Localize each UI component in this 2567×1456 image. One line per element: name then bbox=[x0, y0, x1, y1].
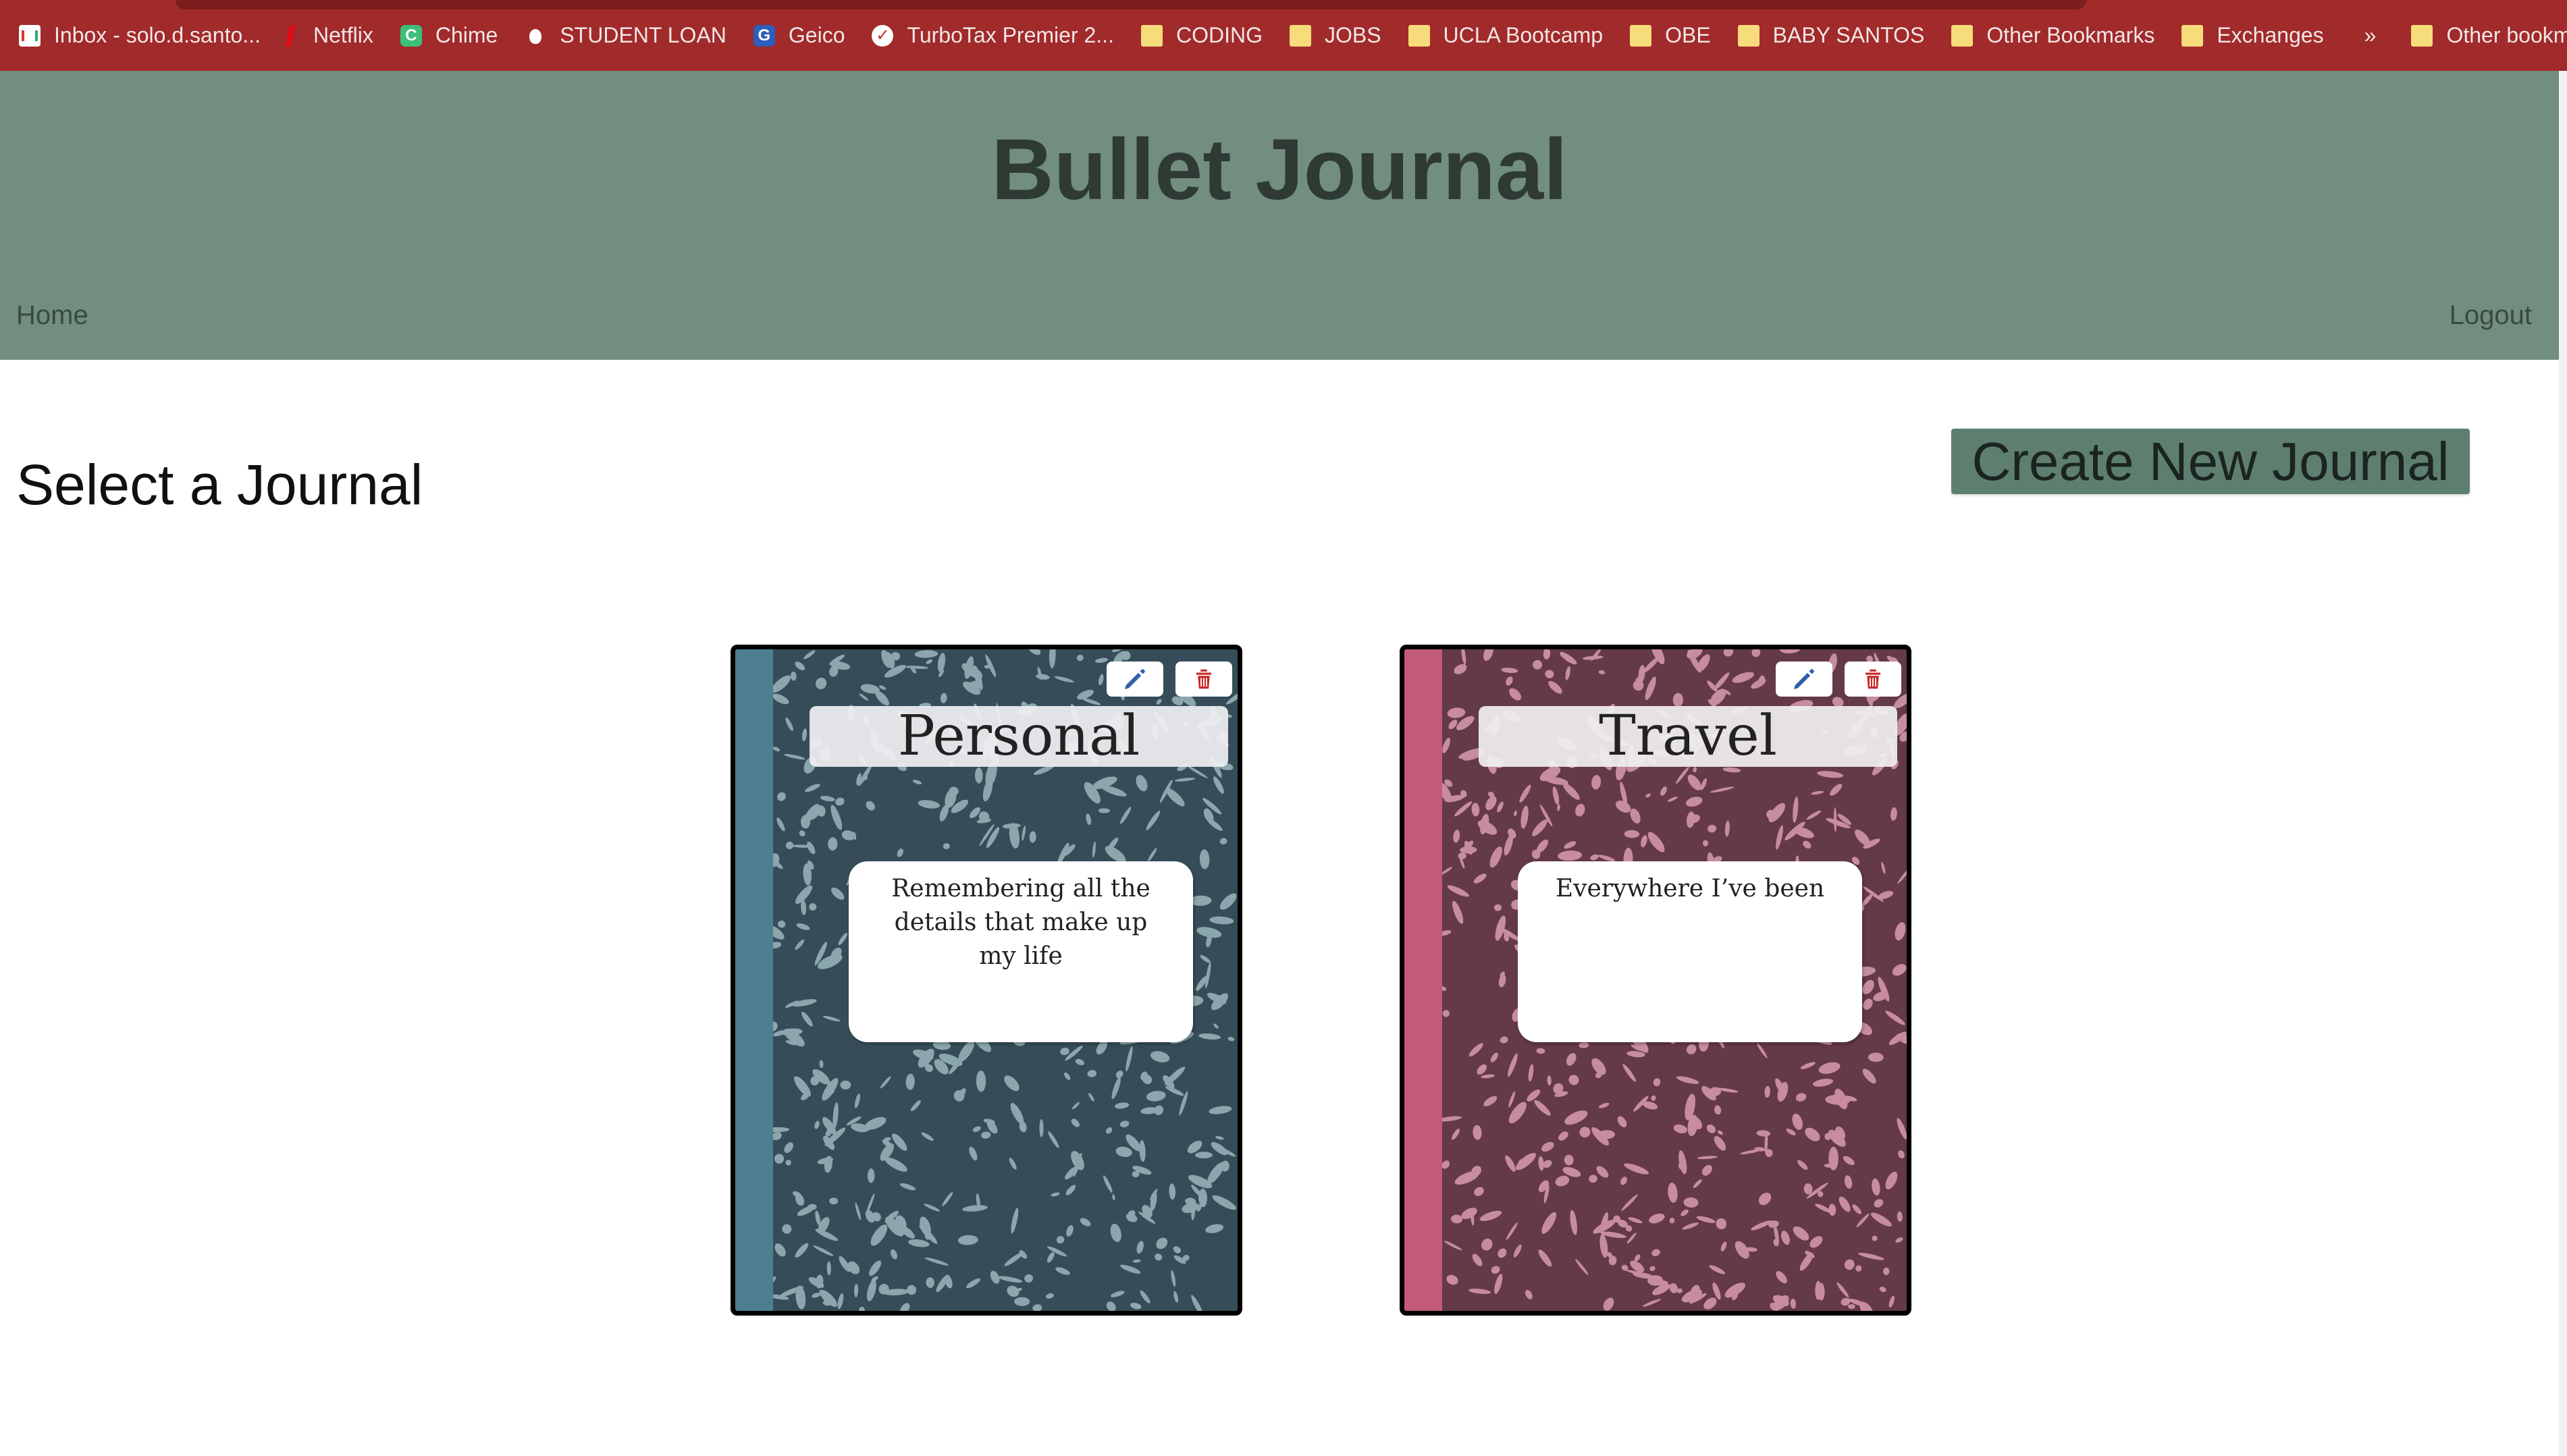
delete-journal-button[interactable] bbox=[1175, 662, 1232, 697]
journal-card-travel[interactable]: Travel Everywhere I’ve been bbox=[1400, 645, 1911, 1316]
journal-card-personal[interactable]: Personal Remembering all the details tha… bbox=[731, 645, 1242, 1316]
site-header: Bullet Journal Home Logout bbox=[0, 71, 2559, 360]
edit-journal-button[interactable] bbox=[1776, 662, 1832, 697]
gmail-icon bbox=[19, 24, 41, 47]
journal-spine bbox=[1404, 649, 1442, 1311]
pencil-icon bbox=[1125, 669, 1145, 689]
student-loan-icon bbox=[525, 25, 546, 47]
folder-icon bbox=[1140, 24, 1163, 47]
select-journal-heading: Select a Journal bbox=[16, 453, 423, 516]
bookmark-label: TurboTax Premier 2... bbox=[907, 23, 1114, 47]
bookmark-label: OBE bbox=[1665, 23, 1711, 47]
bookmark-turbotax[interactable]: ✓ TurboTax Premier 2... bbox=[872, 0, 1114, 71]
folder-icon bbox=[1951, 24, 1974, 47]
bookmark-label: CODING bbox=[1175, 23, 1263, 47]
bookmark-student-loan[interactable]: STUDENT LOAN bbox=[525, 0, 726, 71]
bookmark-obe[interactable]: OBE bbox=[1630, 0, 1711, 71]
bookmark-baby-santos[interactable]: BABY SANTOS bbox=[1737, 0, 1925, 71]
bookmark-label: UCLA Bootcamp bbox=[1443, 23, 1604, 47]
bookmarks-bar: Inbox - solo.d.santo... Netflix C Chime S… bbox=[0, 0, 2567, 71]
journal-title: Personal bbox=[810, 706, 1228, 767]
bookmark-label: Other bookmarks bbox=[2446, 23, 2567, 47]
bookmark-chime[interactable]: C Chime bbox=[400, 0, 498, 71]
journal-title: Travel bbox=[1479, 706, 1897, 767]
bookmark-inbox[interactable]: Inbox - solo.d.santo... bbox=[19, 0, 261, 71]
page-title: Bullet Journal bbox=[991, 122, 1568, 218]
journal-spine bbox=[735, 649, 773, 1311]
folder-icon bbox=[2411, 24, 2433, 47]
delete-journal-button[interactable] bbox=[1845, 662, 1901, 697]
bookmark-label: STUDENT LOAN bbox=[560, 23, 726, 47]
folder-icon bbox=[1289, 24, 1311, 47]
folder-icon bbox=[1737, 24, 1759, 47]
bookmark-label: Inbox - solo.d.santo... bbox=[54, 23, 261, 47]
bookmark-jobs[interactable]: JOBS bbox=[1289, 0, 1381, 71]
folder-icon bbox=[1630, 24, 1652, 47]
journal-description: Remembering all the details that make up… bbox=[849, 861, 1193, 1042]
bookmark-other-bookmarks-folder[interactable]: Other Bookmarks bbox=[1951, 0, 2154, 71]
nav-home-link[interactable]: Home bbox=[16, 300, 88, 331]
bookmark-ucla-bootcamp[interactable]: UCLA Bootcamp bbox=[1408, 0, 1604, 71]
trash-icon bbox=[1865, 669, 1881, 689]
bookmark-label: BABY SANTOS bbox=[1772, 23, 1925, 47]
create-new-journal-button[interactable]: Create New Journal bbox=[1951, 429, 2470, 494]
other-bookmarks-button[interactable]: Other bookmarks bbox=[2411, 0, 2567, 71]
nav-logout-link[interactable]: Logout bbox=[2450, 300, 2532, 331]
bookmark-geico[interactable]: G Geico bbox=[753, 0, 845, 71]
bookmark-label: Chime bbox=[435, 23, 498, 47]
bookmark-label: JOBS bbox=[1324, 23, 1381, 47]
geico-icon: G bbox=[753, 24, 775, 47]
edit-journal-button[interactable] bbox=[1107, 662, 1163, 697]
bookmark-label: Other Bookmarks bbox=[1986, 23, 2155, 47]
netflix-icon bbox=[285, 24, 302, 47]
scrollbar[interactable] bbox=[2559, 71, 2567, 1456]
folder-icon bbox=[2181, 24, 2204, 47]
folder-icon bbox=[1408, 24, 1430, 47]
trash-icon bbox=[1196, 669, 1212, 689]
bookmark-label: Netflix bbox=[313, 23, 373, 47]
tab-strip-edge bbox=[176, 0, 2086, 9]
bookmark-netflix[interactable]: Netflix bbox=[285, 0, 373, 71]
bookmark-label: Geico bbox=[788, 23, 845, 47]
chime-icon: C bbox=[400, 24, 422, 47]
bookmark-coding[interactable]: CODING bbox=[1140, 0, 1263, 71]
turbotax-icon: ✓ bbox=[872, 24, 894, 47]
bookmark-exchanges[interactable]: Exchanges bbox=[2181, 0, 2324, 71]
journal-description: Everywhere I’ve been bbox=[1518, 861, 1862, 1042]
bookmarks-overflow-button[interactable]: » bbox=[2364, 23, 2377, 48]
pencil-icon bbox=[1794, 669, 1814, 689]
bookmark-label: Exchanges bbox=[2217, 23, 2324, 47]
